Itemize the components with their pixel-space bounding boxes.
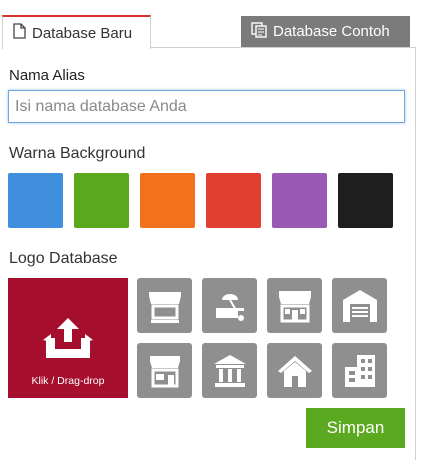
- alias-label: Nama Alias: [9, 67, 85, 84]
- color-swatches: [8, 173, 393, 228]
- logo-grid: [137, 278, 387, 398]
- save-button[interactable]: Simpan: [306, 408, 405, 448]
- tab-database-baru[interactable]: Database Baru: [2, 15, 151, 49]
- tab-bar: Database Baru Database Contoh: [0, 0, 429, 49]
- color-swatch-purple[interactable]: [272, 173, 327, 228]
- logo-option[interactable]: [267, 343, 322, 398]
- copy-icon: [251, 21, 267, 42]
- house-icon: [277, 355, 312, 387]
- shop-icon: [149, 355, 180, 387]
- color-swatch-black[interactable]: [338, 173, 393, 228]
- document-icon: [13, 23, 26, 43]
- alias-input[interactable]: [8, 90, 405, 123]
- logo-upload-dropzone[interactable]: Klik / Drag-drop: [8, 278, 128, 398]
- bank-icon: [213, 354, 246, 387]
- logo-option[interactable]: [332, 343, 387, 398]
- logo-option[interactable]: [202, 343, 257, 398]
- color-swatch-green[interactable]: [74, 173, 129, 228]
- logo-option[interactable]: [137, 278, 192, 333]
- warehouse-icon: [342, 289, 377, 322]
- logo-option[interactable]: [202, 278, 257, 333]
- logo-option[interactable]: [267, 278, 322, 333]
- logo-label: Logo Database: [9, 250, 118, 267]
- market-stall-icon: [148, 291, 181, 323]
- upload-caption: Klik / Drag-drop: [31, 375, 105, 387]
- color-swatch-orange[interactable]: [140, 173, 195, 228]
- tab-database-contoh[interactable]: Database Contoh: [241, 16, 410, 47]
- color-swatch-blue[interactable]: [8, 173, 63, 228]
- store-front-icon: [278, 290, 311, 322]
- buildings-icon: [344, 354, 375, 387]
- upload-icon: [43, 318, 93, 358]
- logo-option[interactable]: [332, 278, 387, 333]
- tab-label: Database Baru: [32, 24, 133, 42]
- color-swatch-red[interactable]: [206, 173, 261, 228]
- cart-stand-icon: [215, 293, 244, 321]
- tab-label: Database Contoh: [273, 23, 390, 40]
- background-label: Warna Background: [9, 145, 146, 162]
- logo-option[interactable]: [137, 343, 192, 398]
